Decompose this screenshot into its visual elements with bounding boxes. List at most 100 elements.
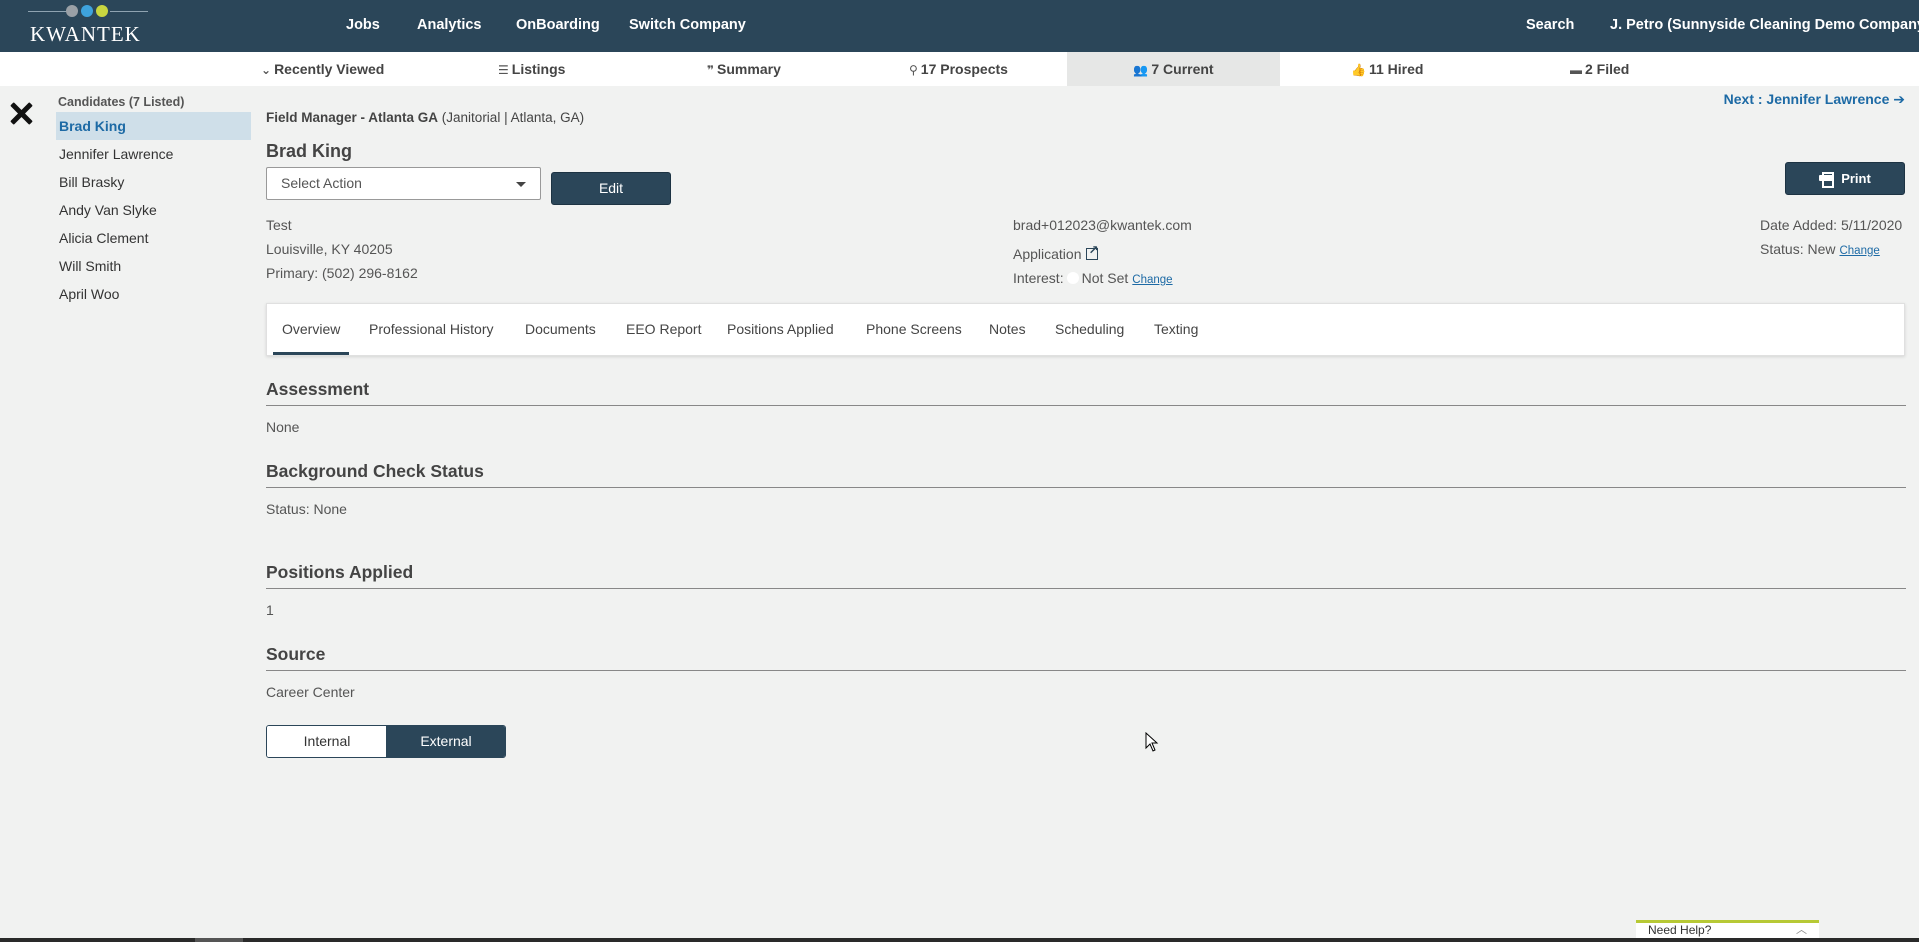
interest-change-link[interactable]: Change (1132, 274, 1172, 286)
logo-line-left (28, 11, 68, 12)
subnav-recently-viewed[interactable]: ⌄ Recently Viewed (261, 52, 384, 86)
double-chevron-down-icon: ⌄ (261, 63, 272, 77)
top-navbar: KWANTEK Jobs Analytics OnBoarding Switch… (0, 0, 1919, 52)
interest-label: Interest: (1013, 270, 1064, 286)
candidate-name: Brad King (266, 141, 353, 161)
list-icon: ☰ (498, 63, 509, 77)
positions-applied-value: 1 (266, 602, 274, 618)
candidate-item-april-woo[interactable]: April Woo (56, 280, 251, 308)
subnav-filed[interactable]: ▬ 2 Filed (1570, 52, 1629, 86)
interest-value: Not Set (1081, 270, 1129, 286)
source-divider (266, 670, 1906, 671)
tab-phone-screens[interactable]: Phone Screens (866, 304, 962, 355)
tab-texting[interactable]: Texting (1154, 304, 1198, 355)
candidate-list: Brad King Jennifer Lawrence Bill Brasky … (56, 112, 251, 308)
tab-notes[interactable]: Notes (989, 304, 1026, 355)
logo-dot-green (96, 5, 108, 17)
subnav-recently-viewed-label: Recently Viewed (274, 61, 385, 77)
tab-documents[interactable]: Documents (525, 304, 596, 355)
candidate-item-alicia-clement[interactable]: Alicia Clement (56, 224, 251, 252)
select-action-dropdown[interactable]: Select Action (266, 167, 541, 200)
candidate-item-bill-brasky[interactable]: Bill Brasky (56, 168, 251, 196)
nav-search[interactable]: Search (1526, 17, 1574, 33)
edit-button[interactable]: Edit (551, 172, 671, 205)
subnav-hired-label: 11 Hired (1368, 61, 1424, 77)
next-candidate-link[interactable]: Next : Jennifer Lawrence ➔ (1724, 91, 1905, 108)
logo-text: KWANTEK (30, 22, 141, 46)
thumbs-up-icon: 👍 (1351, 63, 1366, 77)
nav-jobs[interactable]: Jobs (346, 17, 380, 33)
candidates-header: Candidates (7 Listed) (58, 95, 185, 109)
subnav-prospects[interactable]: ⚲ 17 Prospects (909, 52, 1008, 86)
assessment-heading: Assessment (266, 379, 370, 399)
print-button-label: Print (1841, 171, 1871, 186)
subnav-listings[interactable]: ☰ Listings (498, 52, 565, 86)
need-help-label: Need Help? (1648, 923, 1712, 937)
subnav-listings-label: Listings (511, 61, 566, 77)
application-label: Application (1013, 246, 1082, 262)
select-action-value: Select Action (281, 175, 362, 191)
status-change-link[interactable]: Change (1839, 245, 1879, 257)
subnav-current[interactable]: 👥 7 Current (1067, 52, 1280, 86)
toggle-external[interactable]: External (386, 726, 505, 757)
job-title: Field Manager - Atlanta GA (Janitorial |… (266, 110, 584, 125)
job-title-detail: (Janitorial | Atlanta, GA) (441, 110, 585, 125)
caret-down-icon (516, 182, 526, 187)
users-icon: 👥 (1133, 63, 1149, 77)
subnav-filed-label: 2 Filed (1585, 61, 1630, 77)
arrow-right-icon: ➔ (1893, 91, 1905, 107)
candidate-item-andy-van-slyke[interactable]: Andy Van Slyke (56, 196, 251, 224)
nav-analytics[interactable]: Analytics (417, 17, 481, 33)
folder-icon: ▬ (1570, 63, 1582, 77)
source-heading: Source (266, 644, 326, 664)
close-icon[interactable] (8, 100, 34, 126)
status-value: Status: New (1760, 241, 1836, 257)
primary-phone: Primary: (502) 296-8162 (266, 265, 418, 281)
candidate-item-brad-king[interactable]: Brad King (56, 112, 251, 140)
positions-applied-heading: Positions Applied (266, 562, 414, 582)
candidate-item-jennifer-lawrence[interactable]: Jennifer Lawrence (56, 140, 251, 168)
print-button[interactable]: Print (1785, 162, 1905, 195)
candidate-item-will-smith[interactable]: Will Smith (56, 252, 251, 280)
logo-dot-blue (81, 5, 93, 17)
background-check-divider (266, 487, 1906, 488)
application-link[interactable]: Application (1013, 243, 1099, 262)
nav-onboarding[interactable]: OnBoarding (516, 17, 600, 33)
toggle-internal[interactable]: Internal (267, 726, 387, 757)
positions-applied-divider (266, 588, 1906, 589)
background-check-heading: Background Check Status (266, 461, 484, 481)
source-type-toggle: Internal External (266, 725, 506, 758)
sub-navbar: ⌄ Recently Viewed ☰ Listings ❞ Summary ⚲ 17 … (0, 52, 1919, 86)
subnav-hired[interactable]: 👍 11 Hired (1351, 52, 1423, 86)
next-candidate-label: Next : Jennifer Lawrence (1723, 91, 1890, 107)
assessment-divider (266, 405, 1906, 406)
subnav-current-label: 7 Current (1151, 61, 1214, 77)
date-added: Date Added: 5/11/2020 (1760, 217, 1903, 233)
printer-icon (1819, 172, 1835, 188)
interest-row: Interest: Not Set Change (1013, 270, 1173, 286)
kwantek-logo[interactable]: KWANTEK (28, 4, 148, 48)
chevron-up-icon: ︿ (1796, 924, 1807, 936)
job-title-name: Field Manager - Atlanta GA (266, 110, 439, 125)
subnav-prospects-label: 17 Prospects (920, 61, 1008, 77)
candidate-email[interactable]: brad+012023@kwantek.com (1013, 217, 1192, 233)
tab-eeo-report[interactable]: EEO Report (626, 304, 701, 355)
address-line1: Test (266, 217, 292, 233)
taskbar-segment (195, 938, 243, 942)
address-line2: Louisville, KY 40205 (266, 241, 393, 257)
tab-scheduling[interactable]: Scheduling (1055, 304, 1124, 355)
interest-circle-icon (1066, 272, 1079, 284)
tab-overview[interactable]: Overview (273, 304, 350, 355)
nav-switch-company[interactable]: Switch Company (629, 17, 746, 33)
need-help-widget[interactable]: Need Help? ︿ (1636, 920, 1819, 938)
tab-positions-applied[interactable]: Positions Applied (727, 304, 834, 355)
subnav-summary[interactable]: ❞ Summary (707, 52, 781, 86)
tab-professional-history[interactable]: Professional History (369, 304, 494, 355)
binoculars-icon: ⚲ (909, 63, 918, 77)
source-value: Career Center (266, 684, 355, 700)
external-link-icon (1085, 243, 1099, 260)
status-row: Status: New Change (1760, 241, 1880, 257)
nav-user-menu[interactable]: J. Petro (Sunnyside Cleaning Demo Compan… (1610, 17, 1919, 33)
subnav-summary-label: Summary (717, 61, 781, 77)
candidate-tabs: Overview Professional History Documents … (266, 303, 1905, 356)
